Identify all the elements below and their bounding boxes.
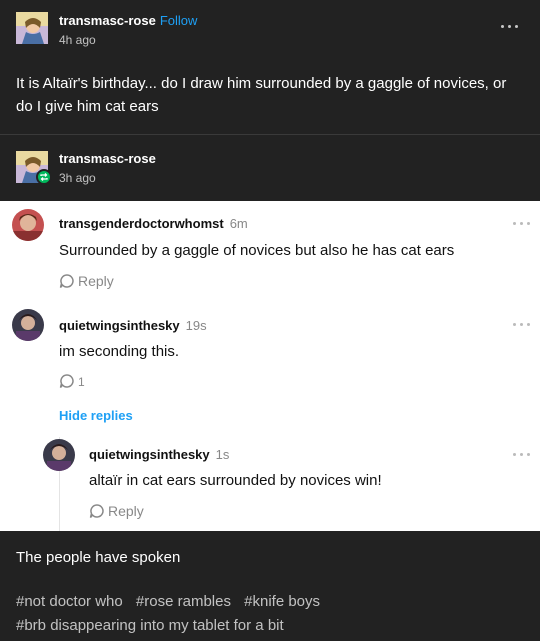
- comment-time: 19s: [185, 318, 207, 333]
- tag-list: #not doctor who #rose rambles #knife boy…: [16, 590, 526, 638]
- comment-author-name[interactable]: quietwingsinthesky: [89, 447, 210, 462]
- post-author[interactable]: transmasc-rose Follow: [59, 13, 197, 28]
- reblog-comment: The people have spoken: [16, 549, 181, 566]
- reply-label[interactable]: Reply: [108, 503, 144, 519]
- tag-link[interactable]: #not doctor who: [16, 593, 123, 610]
- post-header: transmasc-rose Follow 4h ago: [0, 0, 540, 56]
- reply-button[interactable]: 1: [59, 373, 85, 389]
- commenter-avatar[interactable]: [12, 209, 44, 241]
- more-options-icon[interactable]: [512, 320, 532, 330]
- tag-link[interactable]: #rose rambles: [136, 593, 231, 610]
- reply-count[interactable]: 1: [78, 375, 85, 389]
- reblog-header: transmasc-rose 3h ago: [0, 135, 540, 201]
- reply-label[interactable]: Reply: [78, 273, 114, 289]
- post-body: It is Altaïr's birthday... do I draw him…: [16, 75, 507, 115]
- more-options-icon[interactable]: [512, 219, 532, 229]
- comment-text: im seconding this.: [59, 343, 180, 360]
- commenter-avatar[interactable]: [12, 309, 44, 341]
- more-options-icon[interactable]: [500, 22, 520, 32]
- comment-time: 6m: [229, 216, 248, 231]
- follow-button[interactable]: Follow: [160, 13, 198, 28]
- comment-text: altaïr in cat ears surrounded by novices…: [89, 472, 382, 489]
- hide-replies-link[interactable]: Hide replies: [59, 408, 133, 423]
- reblog-time[interactable]: 3h ago: [59, 171, 96, 185]
- reblog-icon: [36, 169, 52, 185]
- reply-button[interactable]: Reply: [59, 273, 114, 289]
- avatar[interactable]: [16, 12, 48, 44]
- comment-text: Surrounded by a gaggle of novices but al…: [59, 242, 455, 259]
- speech-bubble-icon: [89, 504, 104, 518]
- author-name[interactable]: transmasc-rose: [59, 13, 156, 28]
- tag-link[interactable]: #brb disappearing into my tablet for a b…: [16, 617, 284, 634]
- comment-author[interactable]: quietwingsinthesky 19s: [59, 318, 207, 333]
- comment-author[interactable]: quietwingsinthesky 1s: [89, 447, 229, 462]
- more-options-icon[interactable]: [512, 450, 532, 460]
- reply-button[interactable]: Reply: [89, 503, 144, 519]
- speech-bubble-icon: [59, 374, 74, 388]
- comment-time: 1s: [215, 447, 230, 462]
- comment-author-name[interactable]: transgenderdoctorwhomst: [59, 216, 224, 231]
- post-time[interactable]: 4h ago: [59, 33, 96, 47]
- comment-author-name[interactable]: quietwingsinthesky: [59, 318, 180, 333]
- commenter-avatar[interactable]: [43, 439, 75, 471]
- comments-panel: transgenderdoctorwhomst 6m Surrounded by …: [0, 201, 540, 531]
- tag-link[interactable]: #knife boys: [244, 593, 320, 610]
- reblog-author[interactable]: transmasc-rose: [59, 151, 156, 166]
- comment-author[interactable]: transgenderdoctorwhomst 6m: [59, 216, 248, 231]
- speech-bubble-icon: [59, 274, 74, 288]
